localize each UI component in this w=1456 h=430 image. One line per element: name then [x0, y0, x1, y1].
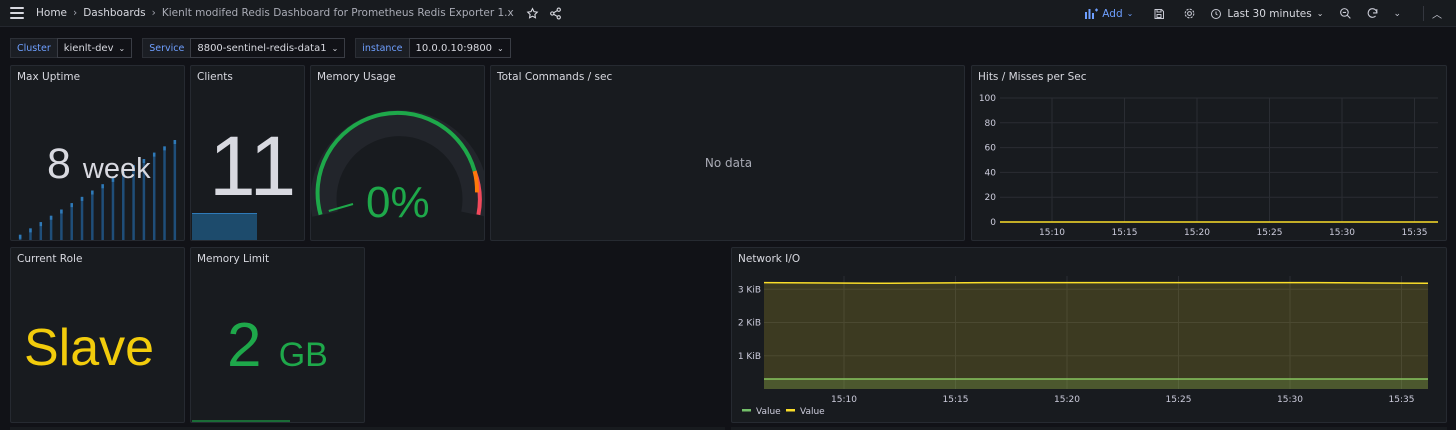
memory-limit-value: 2 — [227, 311, 262, 380]
variable-instance: instance 10.0.0.10:9800 ⌄ — [355, 38, 511, 58]
chevron-right-icon: › — [151, 7, 156, 19]
panel-title: Total Commands / sec — [497, 71, 613, 83]
panel-title: Current Role — [17, 253, 83, 265]
instance-select-value: 10.0.0.10:9800 — [415, 42, 493, 54]
clients-spark-bar — [192, 213, 257, 240]
x-tick-label: 15:35 — [1402, 228, 1428, 238]
x-tick-label: 15:10 — [1039, 228, 1065, 238]
clients-value: 11 — [209, 119, 297, 213]
variable-label: Cluster — [10, 38, 57, 58]
panel-memory-limit[interactable]: Memory Limit 2 GB — [190, 247, 365, 423]
breadcrumb-current-dashboard: Kienlt modifed Redis Dashboard for Prome… — [161, 7, 514, 19]
memory-usage-value: 0% — [366, 178, 430, 227]
chevron-down-icon: ⌄ — [118, 43, 126, 53]
network-series-area — [764, 282, 1428, 389]
y-tick-label: 1 KiB — [738, 352, 761, 362]
clock-icon — [1211, 8, 1222, 19]
y-tick-label: 2 KiB — [738, 319, 761, 329]
current-role-value: Slave — [24, 319, 155, 377]
x-tick-label: 15:10 — [831, 395, 857, 405]
share-icon[interactable] — [549, 7, 562, 20]
save-icon[interactable] — [1153, 8, 1165, 20]
cluster-select[interactable]: kienlt-dev ⌄ — [56, 38, 133, 58]
cluster-select-value: kienlt-dev — [63, 42, 114, 54]
gear-icon[interactable] — [1183, 7, 1196, 20]
time-range-picker[interactable]: Last 30 minutes ⌄ — [1210, 8, 1323, 20]
y-tick-label: 0 — [990, 218, 996, 228]
variables-bar: Cluster kienlt-dev ⌄ Service 8800-sentine… — [10, 38, 511, 58]
refresh-icon[interactable] — [1366, 7, 1379, 20]
collapse-chevron-icon[interactable]: ︿ — [1432, 6, 1442, 21]
breadcrumb-home[interactable]: Home — [36, 7, 67, 19]
chevron-down-icon: ⌄ — [1126, 9, 1134, 18]
y-tick-label: 80 — [985, 119, 997, 129]
instance-select[interactable]: 10.0.0.10:9800 ⌄ — [408, 38, 511, 58]
breadcrumb-dashboards[interactable]: Dashboards — [83, 7, 145, 19]
zoom-out-icon[interactable] — [1339, 7, 1352, 20]
x-tick-label: 15:30 — [1329, 228, 1355, 238]
x-tick-label: 15:20 — [1184, 228, 1210, 238]
top-navbar: Home › Dashboards › Kienlt modifed Redis… — [0, 0, 1456, 27]
refresh-interval-chevron-icon[interactable]: ⌄ — [1393, 9, 1401, 19]
panel-title: Clients — [197, 71, 233, 83]
memory-limit-unit: GB — [278, 336, 328, 374]
chevron-down-icon: ⌄ — [331, 43, 339, 53]
x-tick-label: 15:20 — [1054, 395, 1080, 405]
no-data-text: No data — [704, 156, 753, 170]
y-tick-label: 40 — [985, 168, 997, 178]
panel-clients[interactable]: Clients 11 — [190, 65, 305, 241]
chevron-down-icon: ⌄ — [1316, 9, 1324, 18]
x-tick-label: 15:15 — [1112, 228, 1138, 238]
star-icon[interactable] — [526, 6, 539, 20]
add-panel-icon — [1085, 8, 1099, 19]
panel-current-role[interactable]: Current Role Slave — [10, 247, 185, 423]
add-button-label: Add — [1102, 7, 1123, 20]
chevron-right-icon: › — [73, 7, 78, 19]
divider — [1423, 6, 1424, 21]
legend-label: Value — [756, 407, 781, 417]
hits-chart: 100 80 60 40 20 0 15:10 15:15 15:20 15:25 15:30 15:… — [979, 94, 1438, 238]
memory-limit-stat: 2 GB — [227, 310, 328, 381]
panel-memory-usage[interactable]: Memory Usage 0% — [310, 65, 485, 241]
add-button[interactable]: Add ⌄ — [1084, 8, 1133, 20]
menu-icon[interactable] — [10, 7, 24, 19]
network-series-line — [763, 281, 1429, 285]
memory-limit-spark — [192, 420, 290, 422]
x-tick-label: 15:25 — [1166, 395, 1192, 405]
legend-label: Value — [800, 407, 825, 417]
uptime-value: 8 — [47, 140, 71, 188]
uptime-stat: 8 week — [47, 140, 151, 189]
chevron-down-icon: ⌄ — [497, 43, 504, 53]
panel-hits-misses[interactable]: Hits / Misses per Sec 100 80 60 40 20 0 15:10 1… — [971, 65, 1447, 241]
legend-swatch — [742, 409, 751, 412]
network-chart: 3 KiB 2 KiB 1 KiB 15:10 15:15 15:20 15:25 15:30… — [738, 276, 1429, 417]
y-tick-label: 100 — [979, 94, 996, 104]
x-tick-label: 15:25 — [1257, 228, 1283, 238]
time-range-label: Last 30 minutes — [1227, 7, 1312, 20]
service-select-value: 8800-sentinel-redis-data1 — [197, 42, 327, 54]
y-tick-label: 3 KiB — [738, 285, 761, 295]
service-select[interactable]: 8800-sentinel-redis-data1 ⌄ — [190, 38, 346, 58]
x-tick-label: 15:15 — [943, 395, 969, 405]
x-tick-label: 15:35 — [1389, 395, 1415, 405]
panel-network-io[interactable]: Network I/O 3 KiB 2 KiB 1 KiB 15:10 15:15 15:… — [731, 247, 1447, 423]
variable-cluster: Cluster kienlt-dev ⌄ — [10, 38, 133, 58]
variable-label: instance — [355, 38, 409, 58]
panel-total-commands[interactable]: Total Commands / sec No data — [490, 65, 965, 241]
uptime-unit: week — [82, 153, 151, 185]
variable-label: Service — [142, 38, 191, 58]
panel-max-uptime[interactable]: Max Uptime 8 week — [10, 65, 185, 241]
y-tick-label: 60 — [985, 144, 997, 154]
breadcrumb: Home › Dashboards › Kienlt modifed Redis… — [36, 6, 562, 20]
y-tick-label: 20 — [985, 193, 997, 203]
legend-swatch — [786, 409, 795, 412]
x-tick-label: 15:30 — [1277, 395, 1303, 405]
variable-service: Service 8800-sentinel-redis-data1 ⌄ — [142, 38, 346, 58]
panel-title: Memory Limit — [197, 253, 270, 265]
